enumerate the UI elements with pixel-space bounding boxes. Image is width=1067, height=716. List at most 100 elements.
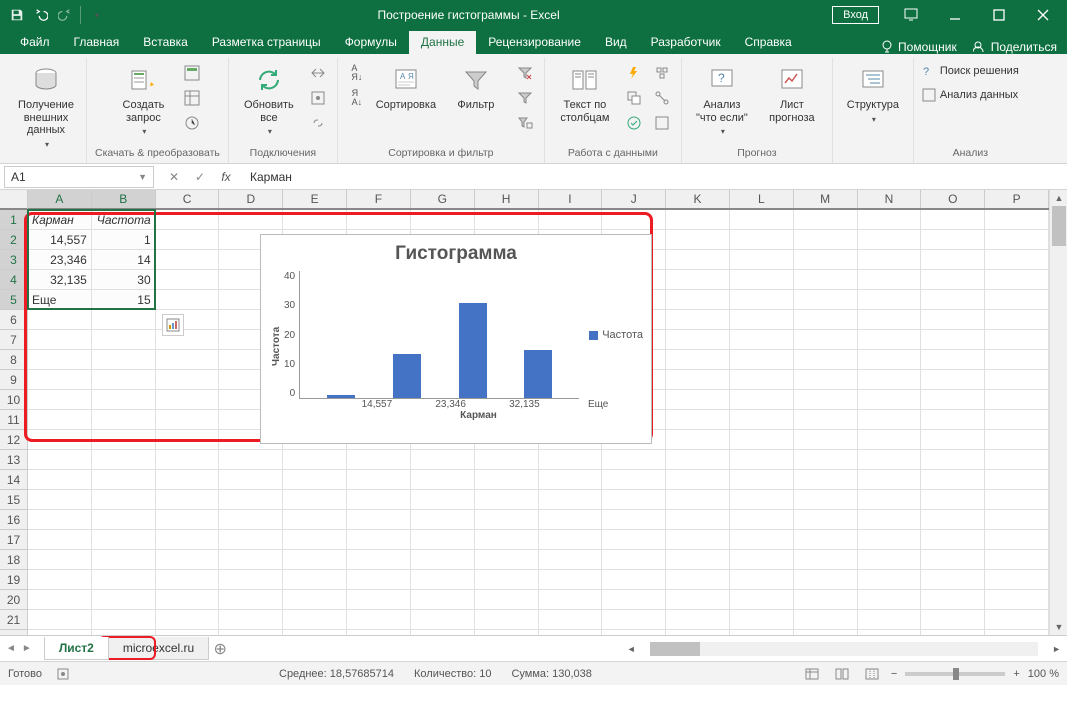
scroll-up-icon[interactable]: ▲ — [1050, 190, 1067, 206]
cell[interactable] — [219, 490, 283, 510]
cell[interactable] — [985, 270, 1049, 290]
cell-b3[interactable]: 14 — [92, 250, 156, 270]
column-header[interactable]: N — [858, 190, 922, 208]
cell[interactable] — [347, 210, 411, 230]
cell[interactable] — [730, 430, 794, 450]
cell[interactable] — [794, 250, 858, 270]
flash-fill-icon[interactable] — [623, 62, 645, 84]
row-header[interactable]: 2 — [0, 230, 27, 250]
row-header[interactable]: 5 — [0, 290, 27, 310]
show-queries-icon[interactable] — [181, 62, 203, 84]
cell[interactable] — [28, 410, 92, 430]
cell[interactable] — [666, 550, 730, 570]
cell[interactable] — [730, 290, 794, 310]
row-header[interactable]: 4 — [0, 270, 27, 290]
tab-developer[interactable]: Разработчик — [639, 31, 733, 54]
cell[interactable] — [985, 310, 1049, 330]
cell[interactable] — [858, 570, 922, 590]
cell-a1[interactable]: Карман — [28, 210, 92, 230]
cell[interactable] — [92, 350, 156, 370]
cell[interactable] — [219, 510, 283, 530]
cell[interactable] — [985, 450, 1049, 470]
cell[interactable] — [602, 490, 666, 510]
cell[interactable] — [283, 510, 347, 530]
cell[interactable] — [666, 450, 730, 470]
connections-icon[interactable] — [307, 62, 329, 84]
cell[interactable] — [28, 550, 92, 570]
column-header[interactable]: K — [666, 190, 730, 208]
cell[interactable] — [921, 430, 985, 450]
save-icon[interactable] — [8, 6, 26, 24]
cell[interactable] — [985, 350, 1049, 370]
data-model-icon[interactable] — [651, 112, 673, 134]
cell[interactable] — [156, 570, 220, 590]
column-header[interactable]: E — [283, 190, 347, 208]
cancel-icon[interactable]: ✕ — [162, 166, 186, 188]
cell[interactable] — [794, 610, 858, 630]
cell[interactable] — [730, 570, 794, 590]
cell[interactable] — [156, 450, 220, 470]
cell[interactable] — [985, 570, 1049, 590]
cell[interactable] — [794, 550, 858, 570]
cell-a2[interactable]: 14,557 — [28, 230, 92, 250]
cell[interactable] — [219, 470, 283, 490]
row-header[interactable]: 12 — [0, 430, 27, 450]
login-button[interactable]: Вход — [832, 6, 879, 24]
clear-filter-icon[interactable] — [514, 62, 536, 84]
redo-icon[interactable] — [56, 6, 74, 24]
new-query-button[interactable]: Создать запрос — [111, 62, 175, 138]
cell[interactable] — [28, 350, 92, 370]
tab-data[interactable]: Данные — [409, 31, 476, 54]
cell[interactable] — [666, 210, 730, 230]
cell[interactable] — [666, 410, 730, 430]
cell[interactable] — [730, 410, 794, 430]
maximize-button[interactable] — [979, 1, 1019, 29]
cell[interactable] — [219, 450, 283, 470]
zoom-slider[interactable] — [905, 672, 1005, 676]
advanced-filter-icon[interactable] — [514, 112, 536, 134]
cell[interactable] — [156, 590, 220, 610]
cell[interactable] — [730, 530, 794, 550]
cell[interactable] — [156, 370, 220, 390]
tab-formulas[interactable]: Формулы — [333, 31, 409, 54]
row-header[interactable]: 19 — [0, 570, 27, 590]
scroll-left-icon[interactable]: ◄ — [627, 644, 636, 654]
cell[interactable] — [921, 310, 985, 330]
cell[interactable] — [347, 570, 411, 590]
share-button[interactable]: Поделиться — [973, 40, 1057, 54]
cell[interactable] — [28, 570, 92, 590]
cell[interactable] — [730, 310, 794, 330]
cell[interactable] — [411, 610, 475, 630]
cell[interactable] — [411, 470, 475, 490]
cell[interactable] — [666, 370, 730, 390]
cell[interactable] — [730, 390, 794, 410]
cell[interactable] — [539, 550, 603, 570]
cell[interactable] — [921, 370, 985, 390]
cell[interactable] — [539, 590, 603, 610]
data-validation-icon[interactable] — [623, 112, 645, 134]
edit-links-icon[interactable] — [307, 112, 329, 134]
cell[interactable] — [794, 450, 858, 470]
cell[interactable] — [28, 330, 92, 350]
cell[interactable] — [794, 270, 858, 290]
cell[interactable] — [858, 390, 922, 410]
cell[interactable] — [347, 590, 411, 610]
cell[interactable] — [92, 470, 156, 490]
cell[interactable] — [347, 510, 411, 530]
cell[interactable] — [347, 550, 411, 570]
cell[interactable] — [539, 490, 603, 510]
page-break-view-icon[interactable] — [861, 665, 883, 683]
undo-icon[interactable] — [32, 6, 50, 24]
row-header[interactable]: 18 — [0, 550, 27, 570]
cell[interactable] — [921, 590, 985, 610]
cell[interactable] — [985, 550, 1049, 570]
cell[interactable] — [666, 610, 730, 630]
close-button[interactable] — [1023, 1, 1063, 29]
cell[interactable] — [730, 450, 794, 470]
cell[interactable] — [666, 290, 730, 310]
name-box[interactable]: A1▼ — [4, 166, 154, 188]
cell[interactable] — [730, 270, 794, 290]
column-header[interactable]: F — [347, 190, 411, 208]
cell[interactable] — [92, 510, 156, 530]
cell[interactable] — [156, 350, 220, 370]
